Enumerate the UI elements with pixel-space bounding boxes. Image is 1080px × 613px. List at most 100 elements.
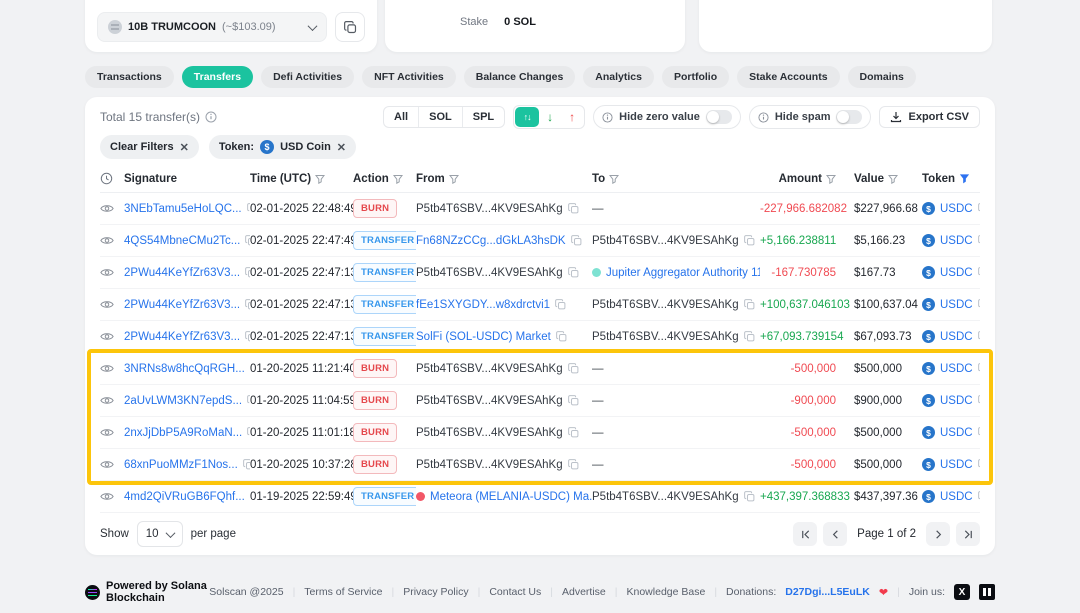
- copy-icon[interactable]: [743, 235, 755, 246]
- tab-transfers[interactable]: Transfers: [181, 66, 254, 88]
- filter-funnel-icon[interactable]: [448, 174, 459, 184]
- copy-icon[interactable]: [567, 363, 579, 374]
- eye-preview-icon[interactable]: [100, 235, 114, 246]
- token-link[interactable]: USDC: [940, 427, 973, 439]
- next-page-button[interactable]: [926, 522, 950, 546]
- sort-both-button[interactable]: ↑↓: [515, 107, 540, 127]
- first-page-button[interactable]: [793, 522, 818, 546]
- to-address[interactable]: —: [592, 395, 604, 407]
- tab-nft-activities[interactable]: NFT Activities: [362, 66, 456, 88]
- signature-link[interactable]: 2aUvLWM3KN7epdS...: [124, 395, 242, 407]
- close-icon[interactable]: ✕: [180, 141, 189, 154]
- tab-portfolio[interactable]: Portfolio: [661, 66, 730, 88]
- copy-icon[interactable]: [570, 235, 582, 246]
- header-to[interactable]: To: [592, 173, 760, 185]
- from-address[interactable]: SolFi (SOL-USDC) Market: [416, 331, 551, 343]
- eye-preview-icon[interactable]: [100, 267, 114, 278]
- x-twitter-icon[interactable]: X: [954, 584, 970, 600]
- hide-zero-value-switch[interactable]: [705, 110, 732, 124]
- header-action[interactable]: Action: [353, 173, 416, 185]
- to-address[interactable]: —: [592, 203, 604, 215]
- header-value[interactable]: Value: [836, 173, 922, 185]
- from-address[interactable]: P5tb4T6SBV...4KV9ESAhKg: [416, 427, 563, 439]
- signature-link[interactable]: 68xnPuoMMzF1Nos...: [124, 459, 238, 471]
- clear-filters-chip[interactable]: Clear Filters ✕: [100, 135, 199, 159]
- from-address[interactable]: P5tb4T6SBV...4KV9ESAhKg: [416, 203, 563, 215]
- footer-link-terms-of-service[interactable]: Terms of Service: [304, 586, 382, 598]
- copy-icon[interactable]: [567, 395, 579, 406]
- tab-stake-accounts[interactable]: Stake Accounts: [737, 66, 840, 88]
- filter-funnel-icon[interactable]: [315, 174, 326, 184]
- to-address[interactable]: P5tb4T6SBV...4KV9ESAhKg: [592, 491, 739, 503]
- footer-link-advertise[interactable]: Advertise: [562, 586, 606, 598]
- eye-preview-icon[interactable]: [100, 331, 114, 342]
- filter-spl-button[interactable]: SPL: [461, 107, 504, 127]
- to-address[interactable]: P5tb4T6SBV...4KV9ESAhKg: [592, 235, 739, 247]
- tab-analytics[interactable]: Analytics: [583, 66, 654, 88]
- token-link[interactable]: USDC: [940, 491, 973, 503]
- from-address[interactable]: P5tb4T6SBV...4KV9ESAhKg: [416, 459, 563, 471]
- copy-icon[interactable]: [977, 299, 980, 310]
- signature-link[interactable]: 2PWu44KeYfZr63V3...: [124, 299, 240, 311]
- header-amount[interactable]: Amount: [760, 173, 836, 185]
- from-address[interactable]: P5tb4T6SBV...4KV9ESAhKg: [416, 395, 563, 407]
- medium-icon[interactable]: [979, 584, 995, 600]
- filter-funnel-icon[interactable]: [888, 174, 899, 184]
- from-address[interactable]: Fn68NZzCCg...dGkLA3hsDK: [416, 235, 566, 247]
- signature-link[interactable]: 4QS54MbneCMu2Tc...: [124, 235, 240, 247]
- copy-icon[interactable]: [977, 491, 980, 502]
- eye-preview-icon[interactable]: [100, 203, 114, 214]
- copy-address-button[interactable]: [335, 12, 365, 42]
- header-token[interactable]: Token: [922, 173, 980, 185]
- page-size-select[interactable]: 10: [136, 521, 183, 547]
- copy-icon[interactable]: [977, 267, 980, 278]
- copy-icon[interactable]: [977, 459, 980, 470]
- copy-icon[interactable]: [743, 299, 755, 310]
- header-time[interactable]: Time (UTC): [250, 173, 353, 185]
- filter-funnel-icon-active[interactable]: [959, 173, 970, 184]
- close-icon[interactable]: ✕: [337, 141, 346, 154]
- signature-link[interactable]: 4md2QiVRuGB6FQhf...: [124, 491, 245, 503]
- to-address[interactable]: —: [592, 459, 604, 471]
- copy-icon[interactable]: [977, 427, 980, 438]
- token-link[interactable]: USDC: [940, 459, 973, 471]
- token-filter-chip[interactable]: Token: $ USD Coin ✕: [208, 135, 357, 159]
- hide-zero-value-toggle[interactable]: Hide zero value: [593, 105, 741, 129]
- filter-funnel-icon[interactable]: [826, 174, 836, 184]
- footer-link-privacy-policy[interactable]: Privacy Policy: [403, 586, 468, 598]
- eye-preview-icon[interactable]: [100, 459, 114, 470]
- copy-icon[interactable]: [977, 331, 980, 342]
- hide-spam-toggle[interactable]: Hide spam: [748, 105, 872, 129]
- token-link[interactable]: USDC: [940, 363, 973, 375]
- token-link[interactable]: USDC: [940, 395, 973, 407]
- token-select-dropdown[interactable]: 10B TRUMCOON (~$103.09): [97, 12, 327, 42]
- donations-address-link[interactable]: D27Dgi...L5EuLK: [785, 586, 870, 598]
- hide-spam-switch[interactable]: [836, 110, 863, 124]
- tab-transactions[interactable]: Transactions: [85, 66, 174, 88]
- to-address[interactable]: —: [592, 363, 604, 375]
- from-address[interactable]: P5tb4T6SBV...4KV9ESAhKg: [416, 363, 563, 375]
- signature-link[interactable]: 2PWu44KeYfZr63V3...: [124, 331, 240, 343]
- tab-balance-changes[interactable]: Balance Changes: [463, 66, 576, 88]
- token-link[interactable]: USDC: [940, 331, 973, 343]
- copy-icon[interactable]: [555, 331, 567, 342]
- eye-preview-icon[interactable]: [100, 363, 114, 374]
- time-format-toggle[interactable]: [100, 172, 124, 185]
- last-page-button[interactable]: [956, 522, 980, 546]
- copy-icon[interactable]: [977, 203, 980, 214]
- token-link[interactable]: USDC: [940, 267, 973, 279]
- to-address[interactable]: P5tb4T6SBV...4KV9ESAhKg: [592, 299, 739, 311]
- eye-preview-icon[interactable]: [100, 491, 114, 502]
- token-link[interactable]: USDC: [940, 299, 973, 311]
- copy-icon[interactable]: [743, 331, 755, 342]
- signature-link[interactable]: 2nxJjDbP5A9RoMaN...: [124, 427, 242, 439]
- copy-icon[interactable]: [743, 491, 755, 502]
- token-link[interactable]: USDC: [940, 203, 973, 215]
- header-from[interactable]: From: [416, 173, 592, 185]
- copy-icon[interactable]: [977, 235, 980, 246]
- from-address[interactable]: fEe1SXYGDY...w8xdrctvi1: [416, 299, 550, 311]
- sort-desc-button[interactable]: ↓: [539, 107, 561, 127]
- signature-link[interactable]: 3NEbTamu5eHoLQC...: [124, 203, 242, 215]
- signature-link[interactable]: 2PWu44KeYfZr63V3...: [124, 267, 240, 279]
- to-address[interactable]: Jupiter Aggregator Authority 11: [606, 267, 760, 279]
